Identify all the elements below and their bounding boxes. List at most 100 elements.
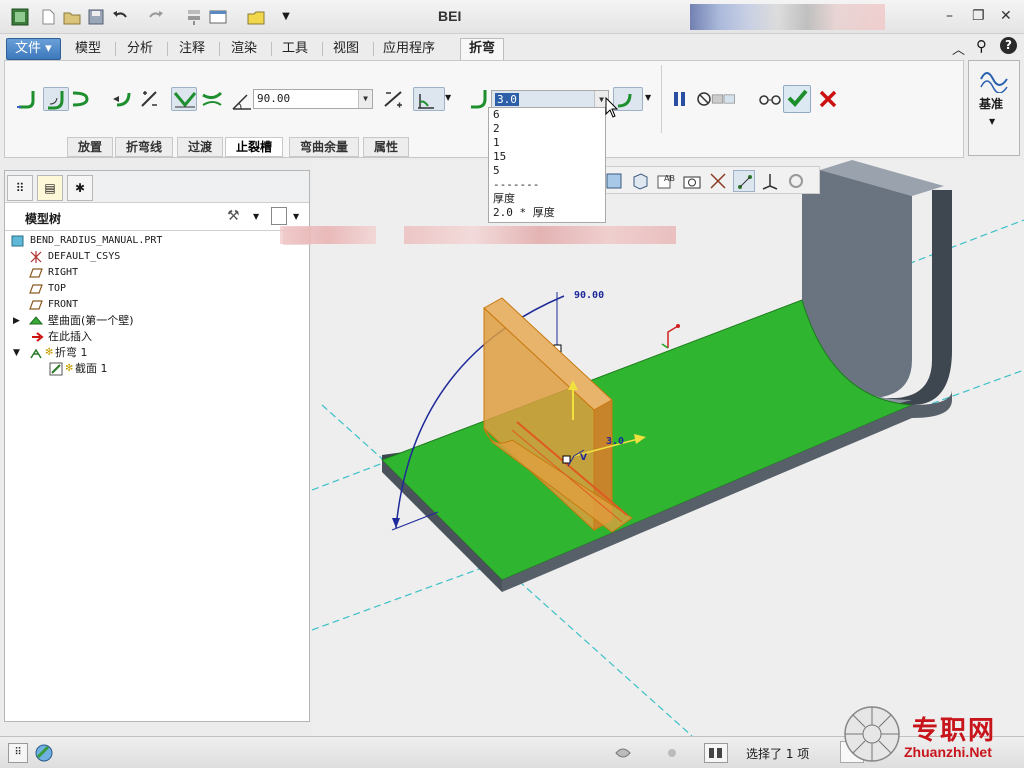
radius-option[interactable]: 15 (489, 150, 605, 164)
folder-browser-tab-icon[interactable]: ▤ (37, 175, 63, 201)
radius-dropdown-list: 6 2 1 15 5 ------- 厚度 2.0 * 厚度 (488, 107, 606, 223)
tab-model[interactable]: 模型 (66, 38, 110, 60)
app-logo-icon (10, 7, 30, 27)
expand-icon: ▶ (13, 316, 20, 326)
model-tree-title: 模型树 (25, 212, 62, 226)
flip-bend-icon[interactable] (111, 87, 137, 111)
tab-tools[interactable]: 工具 (273, 38, 317, 60)
subtab-relief[interactable]: 止裂槽 (225, 137, 284, 157)
cancel-button[interactable] (815, 87, 841, 111)
close-button[interactable]: ✕ (1000, 8, 1012, 24)
radius-option[interactable]: 2 (489, 122, 605, 136)
svg-text:AB: AB (664, 174, 675, 183)
tab-view[interactable]: 视图 (324, 38, 368, 60)
preview-modes-icon[interactable] (711, 87, 755, 111)
subtab-placement[interactable]: 放置 (67, 137, 114, 157)
radius-type-dropdown[interactable]: ▼ (645, 93, 651, 102)
save-icon[interactable] (86, 7, 106, 27)
datum-point-display-icon[interactable] (733, 170, 755, 192)
open-file-icon[interactable] (62, 7, 82, 27)
blurred-region (404, 226, 676, 244)
datum-plane-icon (29, 298, 43, 312)
annotation-display-icon[interactable]: AB (655, 170, 677, 192)
bend-dashboard: 90.00 ▼ ▼ 3.0 ▼ ▼ 放置 折弯线 过渡 止裂槽 弯曲余量 属性 (4, 60, 964, 158)
file-menu[interactable]: 文件 ▾ (6, 38, 61, 60)
model-tree-tab-icon[interactable]: ⠿ (7, 175, 33, 201)
regenerate-icon[interactable] (184, 7, 204, 27)
minimize-button[interactable]: – (946, 8, 953, 24)
flip-angle-icon[interactable] (381, 87, 407, 111)
tab-annotate[interactable]: 注释 (170, 38, 214, 60)
redo-icon[interactable] (146, 7, 166, 27)
radius-separator: ------- (493, 178, 540, 191)
switch-side-icon[interactable] (137, 87, 163, 111)
radius-option[interactable]: 6 (489, 108, 605, 122)
radius-option[interactable]: 1 (489, 136, 605, 150)
navigator-toggle-icon[interactable]: ⠿ (8, 743, 28, 763)
display-style-icon[interactable] (629, 170, 651, 192)
blurred-region (280, 226, 376, 244)
bend-to-end-icon[interactable] (15, 87, 41, 111)
graphics-status-icon (614, 745, 632, 761)
svg-text:V: V (580, 453, 587, 463)
watermark-name: 专职网 (912, 716, 997, 746)
radius-measure-icon[interactable] (413, 87, 445, 111)
close-window-folder-icon[interactable] (246, 7, 266, 27)
bend-angle-input[interactable]: 90.00 ▼ (253, 89, 373, 109)
new-file-icon[interactable] (38, 7, 58, 27)
favorites-tab-icon[interactable]: ✱ (67, 175, 93, 201)
bend-side-toggle-icon[interactable] (199, 87, 225, 111)
datum-dropdown-icon: ▼ (989, 117, 996, 126)
datum-plane-icon (29, 266, 43, 280)
browser-toggle-icon[interactable] (34, 743, 54, 763)
datum-label: 基准 (979, 97, 1004, 111)
datum-plane-icon (29, 282, 43, 296)
bend-rolled-icon[interactable] (69, 87, 95, 111)
undo-icon[interactable] (110, 7, 130, 27)
restore-button[interactable]: ❐ (972, 8, 985, 24)
tab-render[interactable]: 渲染 (222, 38, 266, 60)
tab-applications[interactable]: 应用程序 (374, 38, 444, 60)
subtab-bend-allowance[interactable]: 弯曲余量 (289, 137, 360, 157)
navigator-tabs: ⠿ ▤ ✱ (5, 171, 309, 203)
smart-filter-icon[interactable] (704, 743, 728, 763)
search-icon[interactable]: ⚲ (976, 37, 987, 55)
no-preview-icon[interactable] (691, 87, 711, 111)
verify-glasses-icon[interactable] (757, 87, 783, 111)
bend-both-sides-icon[interactable] (171, 87, 197, 111)
tree-filter-icon[interactable] (271, 207, 287, 225)
confirm-button[interactable] (783, 85, 811, 113)
saved-views-icon[interactable] (603, 170, 625, 192)
subtab-transition[interactable]: 过渡 (177, 137, 224, 157)
windows-icon[interactable] (208, 7, 228, 27)
insert-arrow-icon (31, 330, 45, 344)
tree-settings-icon[interactable]: ⚒ (227, 208, 240, 224)
datum-icon (979, 65, 1011, 96)
tree-settings-dropdown[interactable]: ▼ (253, 212, 259, 221)
customize-toolbar-icon[interactable]: ▼ (276, 7, 296, 27)
spin-center-icon[interactable] (785, 170, 807, 192)
subtab-properties[interactable]: 属性 (363, 137, 410, 157)
csys-display-icon[interactable] (759, 170, 781, 192)
help-icon[interactable]: ? (1000, 37, 1017, 54)
bend-with-radius-icon[interactable] (43, 87, 69, 111)
collapse-icon: ▼ (13, 348, 20, 358)
svg-text:90.00: 90.00 (574, 290, 604, 301)
datum-button[interactable]: 基准 ▼ (968, 60, 1020, 156)
datum-axis-display-icon[interactable] (707, 170, 729, 192)
subtab-bend-line[interactable]: 折弯线 (115, 137, 174, 157)
ribbon-tabs: 文件 ▾ 模型 分析 注释 渲染 工具 视图 应用程序 折弯 ︿ ⚲ ? (0, 36, 1024, 60)
tree-filter-dropdown[interactable]: ▼ (293, 212, 299, 221)
radius-measure-dropdown[interactable]: ▼ (445, 93, 451, 102)
angle-icon (229, 89, 251, 113)
minimize-ribbon-icon[interactable]: ︿ (952, 39, 965, 58)
tab-analysis[interactable]: 分析 (118, 38, 162, 60)
pause-icon[interactable] (667, 87, 687, 111)
radius-option[interactable]: 5 (489, 164, 605, 178)
tab-bend[interactable]: 折弯 (460, 38, 505, 60)
radius-option[interactable]: 厚度 (489, 192, 605, 206)
radius-option[interactable]: 2.0 * 厚度 (489, 206, 605, 220)
blurred-region (690, 4, 885, 30)
graphics-window[interactable]: 90.00 3.0 V (312, 160, 1024, 736)
camera-icon[interactable] (681, 170, 703, 192)
